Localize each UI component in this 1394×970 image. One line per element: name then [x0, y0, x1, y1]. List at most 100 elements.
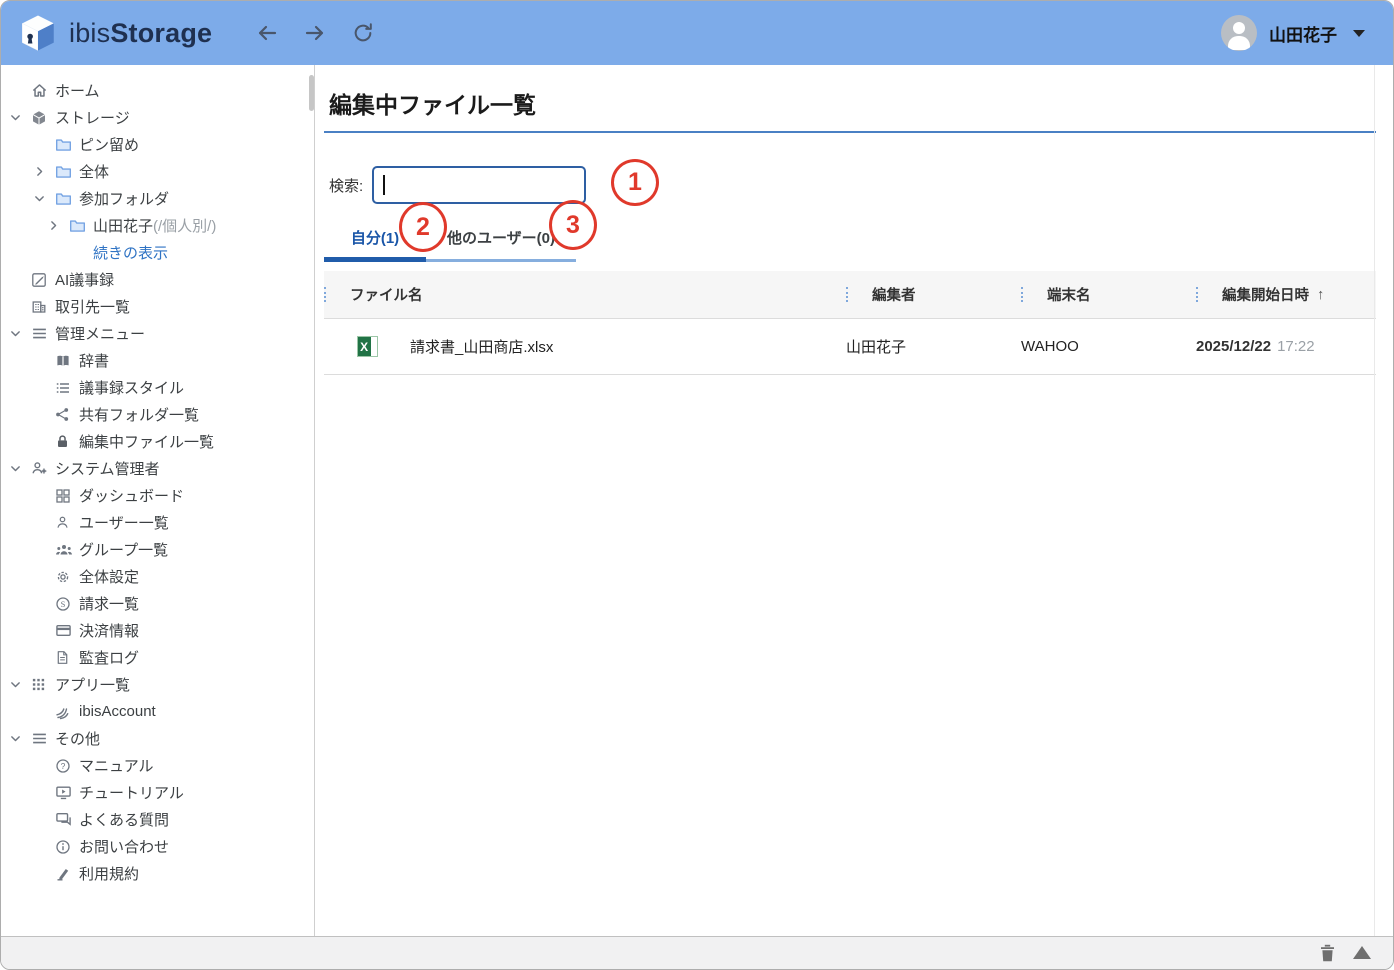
sidebar-item-label: その他: [55, 728, 100, 749]
sidebar-item-icon: [31, 272, 55, 288]
top-bar: ibisStorage 山田花子: [1, 1, 1393, 65]
sidebar-item[interactable]: ストレージ: [1, 104, 314, 131]
sidebar-item[interactable]: 編集中ファイル一覧: [1, 428, 314, 455]
sidebar-item[interactable]: アプリ一覧: [1, 671, 314, 698]
column-header-filename[interactable]: ファイル名: [350, 284, 423, 305]
sidebar-item[interactable]: よくある質問: [1, 806, 314, 833]
sidebar-item-label: アプリ一覧: [55, 674, 130, 695]
back-arrow-icon[interactable]: [254, 20, 280, 46]
chevron-icon[interactable]: [9, 678, 31, 691]
sidebar-item-icon: S: [55, 596, 79, 612]
chevron-icon[interactable]: [47, 219, 69, 232]
sidebar-item-icon: [55, 136, 79, 153]
sidebar-item-icon: [31, 460, 55, 477]
sidebar-item[interactable]: 参加フォルダ: [1, 185, 314, 212]
sidebar-item[interactable]: ホーム: [1, 77, 314, 104]
sidebar-item-icon: [55, 839, 79, 855]
sidebar-item[interactable]: グループ一覧: [1, 536, 314, 563]
sidebar-item-label: 全体設定: [79, 566, 139, 587]
annotation-circle-2: 2: [399, 202, 447, 252]
forward-arrow-icon[interactable]: [302, 20, 328, 46]
edit-start-time: 17:22: [1277, 338, 1315, 355]
chevron-icon[interactable]: [33, 165, 55, 178]
sidebar-item-label: 参加フォルダ: [79, 188, 169, 209]
sidebar-item[interactable]: AI議事録: [1, 266, 314, 293]
sidebar-item-label: 辞書: [79, 350, 109, 371]
sidebar-item-icon: [31, 82, 55, 99]
trash-icon[interactable]: [1318, 943, 1337, 968]
sidebar-item-icon: [55, 622, 79, 639]
chevron-icon[interactable]: [9, 111, 31, 124]
svg-text:S: S: [61, 599, 66, 609]
sidebar-item[interactable]: お問い合わせ: [1, 833, 314, 860]
sidebar-item[interactable]: ユーザー一覧: [1, 509, 314, 536]
sidebar-item-label: お問い合わせ: [79, 836, 169, 857]
files-table: ファイル名 編集者 端末名 編集開始日時: [324, 271, 1376, 375]
sidebar-item[interactable]: 利用規約: [1, 860, 314, 887]
content-right-divider: [1374, 65, 1375, 937]
sidebar-item-icon: [55, 407, 79, 422]
sidebar-item[interactable]: システム管理者: [1, 455, 314, 482]
sidebar: ホーム ストレージ ピン留め: [1, 65, 315, 937]
table-body: X 請求書_山田商店.xlsx 山田花子 WAHOO 2025/12/22 17…: [324, 319, 1376, 375]
table-row[interactable]: X 請求書_山田商店.xlsx 山田花子 WAHOO 2025/12/22 17…: [324, 319, 1376, 375]
column-resize-handle[interactable]: [1021, 287, 1025, 302]
chevron-icon[interactable]: [33, 192, 55, 205]
chevron-icon[interactable]: [9, 327, 31, 340]
sidebar-item-label: AI議事録: [55, 269, 114, 290]
column-header-device[interactable]: 端末名: [1047, 284, 1091, 305]
sidebar-item[interactable]: ダッシュボード: [1, 482, 314, 509]
sidebar-item-icon: [55, 704, 79, 720]
sidebar-item[interactable]: ibisAccount: [1, 698, 314, 725]
sidebar-item-label: システム管理者: [55, 458, 160, 479]
sidebar-item[interactable]: 決済情報: [1, 617, 314, 644]
annotation-circle-1: 1: [611, 159, 659, 206]
sidebar-item[interactable]: 続きの表示: [1, 239, 314, 266]
sidebar-item[interactable]: 全体: [1, 158, 314, 185]
sidebar-item-label: 続きの表示: [93, 242, 168, 263]
sidebar-item-icon: [55, 866, 79, 882]
column-resize-handle[interactable]: [324, 287, 328, 302]
sidebar-item[interactable]: 辞書: [1, 347, 314, 374]
column-header-editor[interactable]: 編集者: [872, 284, 916, 305]
user-menu[interactable]: 山田花子: [1221, 15, 1365, 51]
sidebar-item[interactable]: 議事録スタイル: [1, 374, 314, 401]
chevron-icon[interactable]: [9, 732, 31, 745]
sidebar-item-icon: [55, 811, 79, 828]
brand[interactable]: ibisStorage: [17, 12, 212, 54]
sidebar-item-label: 議事録スタイル: [79, 377, 184, 398]
device-cell: WAHOO: [1021, 338, 1079, 355]
column-resize-handle[interactable]: [846, 287, 850, 302]
reload-icon[interactable]: [350, 20, 376, 46]
sidebar-item-icon: [55, 541, 79, 559]
excel-file-icon: X: [357, 336, 378, 357]
search-input[interactable]: [372, 166, 586, 204]
sidebar-item-label: ibisAccount: [79, 703, 156, 720]
sidebar-item-icon: [31, 299, 55, 315]
chevron-icon[interactable]: [9, 462, 31, 475]
sidebar-item[interactable]: ピン留め: [1, 131, 314, 158]
app-window: ibisStorage 山田花子 ホーム: [0, 0, 1394, 970]
sidebar-item[interactable]: ? マニュアル: [1, 752, 314, 779]
column-header-start-datetime[interactable]: 編集開始日時: [1222, 284, 1309, 305]
sidebar-item[interactable]: 全体設定: [1, 563, 314, 590]
sidebar-item-label: 編集中ファイル一覧: [79, 431, 214, 452]
tab-strip: 自分(1) 他のユーザー(0): [324, 227, 1376, 262]
sidebar-item[interactable]: チュートリアル: [1, 779, 314, 806]
sort-ascending-icon[interactable]: ↑: [1317, 287, 1324, 303]
column-resize-handle[interactable]: [1196, 287, 1200, 302]
sidebar-item[interactable]: 管理メニュー: [1, 320, 314, 347]
user-menu-caret-icon[interactable]: [1353, 30, 1365, 37]
sidebar-item[interactable]: 共有フォルダ一覧: [1, 401, 314, 428]
sidebar-scrollbar-thumb[interactable]: [309, 75, 314, 111]
sidebar-item-suffix: (/個人別/): [153, 215, 216, 236]
sidebar-item[interactable]: その他: [1, 725, 314, 752]
sidebar-item[interactable]: 山田花子 (/個人別/): [1, 212, 314, 239]
sidebar-item-label: 監査ログ: [79, 647, 139, 668]
sidebar-item[interactable]: S 請求一覧: [1, 590, 314, 617]
scroll-to-top-icon[interactable]: [1353, 946, 1371, 959]
sidebar-item[interactable]: 監査ログ: [1, 644, 314, 671]
sidebar-item-icon: [69, 217, 93, 234]
sidebar-item-label: グループ一覧: [79, 539, 168, 560]
sidebar-item[interactable]: 取引先一覧: [1, 293, 314, 320]
